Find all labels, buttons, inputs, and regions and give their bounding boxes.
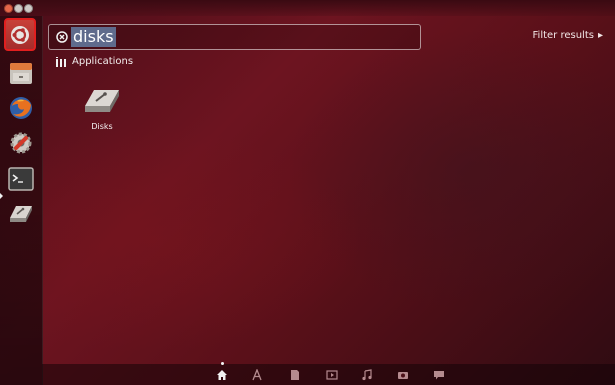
category-label: Applications: [72, 56, 134, 67]
speech-bubble-icon: [434, 371, 444, 380]
file-cabinet-icon: [10, 63, 32, 84]
launcher: [0, 16, 43, 385]
firefox-icon: [10, 97, 32, 119]
camera-icon: [398, 372, 408, 379]
running-indicator: [0, 193, 3, 199]
applications-category-icon: [56, 56, 66, 67]
disks-icon: [10, 206, 32, 222]
minimize-window-button[interactable]: [14, 4, 23, 13]
lens-home-button[interactable]: [215, 368, 229, 382]
window-controls-strip: [0, 0, 615, 16]
filter-results-label: Filter results: [532, 30, 594, 41]
launcher-disks-button[interactable]: [5, 199, 37, 229]
video-icon: [326, 370, 338, 380]
result-item-disks[interactable]: Disks: [78, 86, 126, 146]
lens-photos-button[interactable]: [396, 368, 410, 382]
lens-music-button[interactable]: [360, 368, 374, 382]
ubuntu-logo-icon: [11, 25, 29, 44]
gear-wrench-icon: [10, 132, 32, 154]
launcher-files-button[interactable]: [5, 58, 37, 88]
search-input[interactable]: disks: [71, 27, 116, 47]
lens-video-button[interactable]: [325, 368, 339, 382]
lens-files-button[interactable]: [288, 368, 302, 382]
result-item-label: Disks: [91, 122, 113, 131]
launcher-system-settings-button[interactable]: [5, 128, 37, 158]
launcher-firefox-button[interactable]: [5, 93, 37, 123]
filter-results-toggle[interactable]: Filter results ▸: [533, 30, 603, 41]
file-icon: [291, 370, 299, 380]
active-lens-indicator: [221, 362, 224, 365]
home-icon: [217, 370, 227, 380]
close-window-button[interactable]: [4, 4, 13, 13]
applications-category-header: Applications: [56, 56, 133, 67]
applications-icon: [252, 369, 262, 381]
maximize-window-button[interactable]: [24, 4, 33, 13]
lens-social-button[interactable]: [432, 368, 446, 382]
disks-icon: [85, 90, 119, 112]
dash-search-box[interactable]: disks: [48, 24, 421, 50]
launcher-terminal-button[interactable]: [5, 164, 37, 194]
terminal-icon: [8, 167, 34, 191]
music-icon: [362, 369, 372, 381]
filter-arrow-icon: ▸: [597, 30, 603, 41]
lens-applications-button[interactable]: [250, 368, 264, 382]
launcher-dash-home-button[interactable]: [4, 18, 36, 51]
clear-search-icon[interactable]: [56, 31, 68, 43]
